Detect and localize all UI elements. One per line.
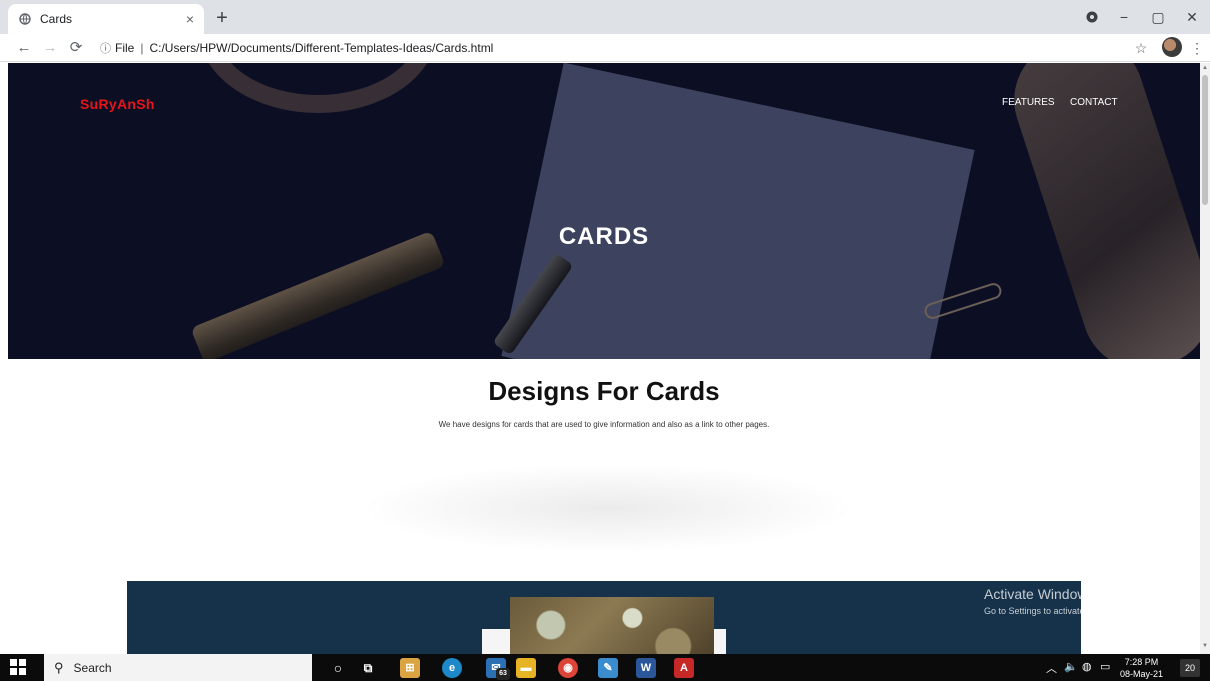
tray-chevron-icon[interactable]: ︿ [1046,660,1057,676]
back-arrow-icon[interactable]: ← [14,38,34,58]
section-shadow [358,463,858,553]
watermark-title: Activate Windows [984,586,1095,602]
file-explorer-icon[interactable]: ▬ [516,658,536,678]
edge-icon[interactable]: e [442,658,462,678]
tab-title: Cards [40,12,73,26]
volume-icon[interactable]: 🔈 [1064,660,1078,673]
url-separator: | [140,41,144,55]
close-window-button[interactable]: ✕ [1172,0,1210,34]
nav-link-features[interactable]: FEATURES [1002,97,1055,108]
mail-badge: 63 [496,668,510,680]
hero-title: CARDS [558,223,650,250]
windows-start-icon[interactable] [10,659,26,675]
scrollbar-thumb[interactable] [1202,75,1208,205]
search-icon: ⚲ [54,659,64,675]
globe-icon [18,12,32,26]
brand-logo[interactable]: SuRyAnSh [80,96,155,112]
clock-date: 08-May-21 [1120,669,1164,679]
taskbar-search-placeholder: Search [73,660,112,675]
cortana-icon[interactable]: ○ [328,658,348,678]
section-subtitle: We have designs for cards that are used … [438,420,770,429]
nav-link-contact[interactable]: CONTACT [1070,97,1118,108]
activate-windows-watermark: Activate Windows Go to Settings to activ… [984,586,1126,616]
page-viewport: SuRyAnSh FEATURES CONTACT CARDS Designs … [8,63,1200,654]
avatar[interactable] [1162,37,1182,57]
card-image[interactable] [510,597,714,654]
taskbar-search-box[interactable]: ⚲ Search [44,654,312,681]
notification-center-icon[interactable]: 20 [1180,659,1200,677]
acrobat-icon[interactable]: A [674,658,694,678]
taskbar-clock[interactable]: 7:28 PM 08-May-21 [1120,656,1163,680]
browser-toolbar: ← → ⟳ ⓘ File | C:/Users/HPW/Documents/Di… [0,34,1210,62]
page-scrollbar[interactable]: ▲ ▼ [1200,63,1210,654]
watermark-subtitle: Go to Settings to activate Windows. [984,606,1127,616]
reload-icon[interactable]: ⟳ [66,38,86,58]
network-globe-icon[interactable]: ◍ [1082,660,1092,673]
browser-tab-bar: Cards × + − ▢ ✕ [0,0,1210,34]
url-scheme-label: File [115,41,135,55]
word-icon[interactable]: W [636,658,656,678]
browser-tab[interactable]: Cards × [8,4,204,34]
windows-taskbar: ⚲ Search ○ ⧉ ⊞ e ✉ 63 ▬ ◉ ✎ W A ︿ 🔈 ◍ ▭ … [0,654,1210,681]
store-icon[interactable]: ⊞ [400,658,420,678]
scroll-down-icon[interactable]: ▼ [1202,643,1208,649]
address-bar[interactable]: ⓘ File | C:/Users/HPW/Documents/Differen… [92,37,1160,59]
url-text: C:/Users/HPW/Documents/Different-Templat… [149,41,494,55]
menu-dots-icon[interactable]: ⋮ [1188,39,1206,57]
clock-time: 7:28 PM [1124,657,1159,667]
task-view-icon[interactable]: ⧉ [358,658,378,678]
forward-arrow-icon[interactable]: → [40,38,60,58]
tab-close-icon[interactable]: × [186,11,194,27]
scroll-up-icon[interactable]: ▲ [1202,65,1208,71]
chrome-icon[interactable]: ◉ [558,658,578,678]
info-icon[interactable]: ⓘ [100,40,111,56]
bookmark-star-icon[interactable]: ☆ [1132,39,1150,57]
battery-icon[interactable]: ▭ [1100,660,1110,673]
notes-icon[interactable]: ✎ [598,658,618,678]
hero-banner: SuRyAnSh FEATURES CONTACT CARDS [8,63,1200,359]
section-title: Designs For Cards [488,376,720,406]
new-tab-button[interactable]: + [210,7,234,31]
